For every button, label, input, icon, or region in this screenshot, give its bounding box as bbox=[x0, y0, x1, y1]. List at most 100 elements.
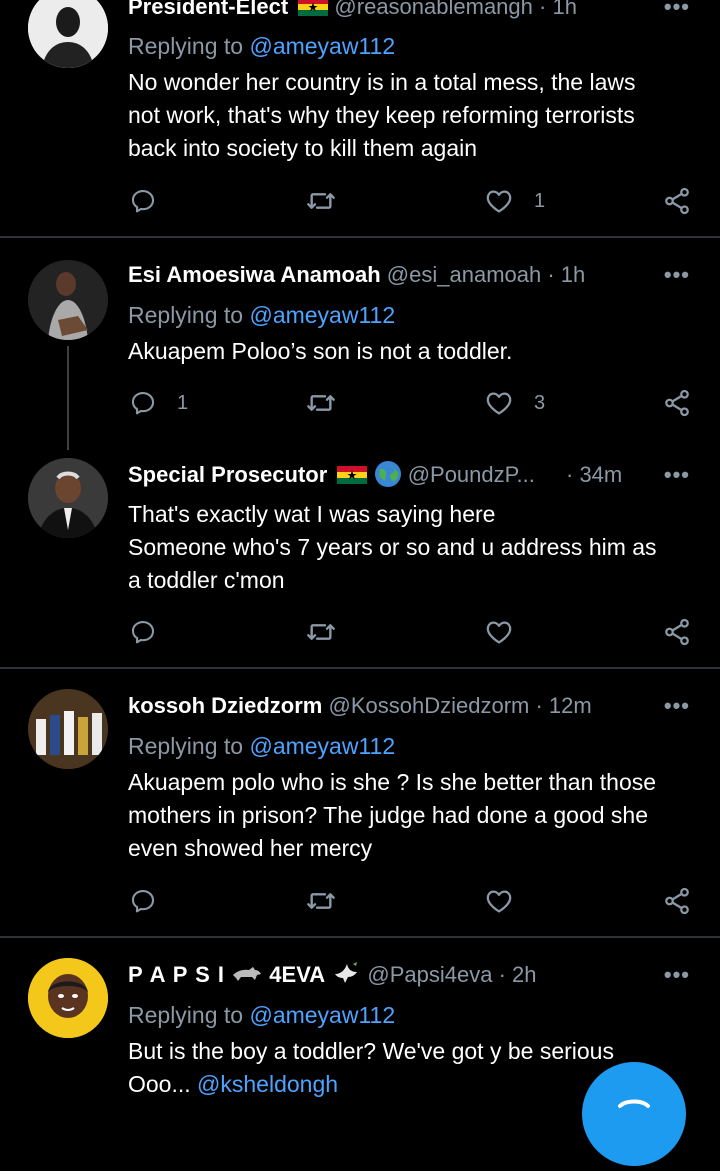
share-icon bbox=[662, 886, 692, 916]
tweet-actions: 1 3 bbox=[0, 383, 720, 423]
display-name[interactable]: President-Elect bbox=[128, 0, 288, 19]
timestamp[interactable]: · 34m bbox=[566, 460, 622, 490]
user-handle[interactable]: @KossohDziedzorm bbox=[329, 693, 530, 718]
avatar[interactable] bbox=[28, 458, 108, 538]
mention-link[interactable]: @ameyaw112 bbox=[249, 1002, 395, 1028]
retweet-icon bbox=[305, 616, 337, 648]
tweet-1[interactable]: President-Elect @reasonablemangh · 1h ••… bbox=[0, 0, 720, 238]
like-button[interactable] bbox=[484, 881, 514, 921]
more-icon[interactable]: ••• bbox=[664, 691, 690, 721]
text-line: That's exactly wat I was saying here bbox=[128, 501, 496, 527]
text-line: a toddler c'mon bbox=[128, 567, 285, 593]
retweet-button[interactable] bbox=[305, 612, 337, 652]
tweet-text: That's exactly wat I was saying here Som… bbox=[128, 498, 690, 597]
tweet-text: Akuapem polo who is she ? Is she better … bbox=[128, 766, 690, 865]
retweet-icon bbox=[305, 387, 337, 419]
tweet-header: President-Elect @reasonablemangh · 1h bbox=[128, 0, 640, 22]
user-handle[interactable]: @reasonablemangh bbox=[334, 0, 532, 19]
replying-to-label: Replying to bbox=[128, 1002, 250, 1028]
text-fragment: Ooo... bbox=[128, 1071, 198, 1097]
text-line: back into society to kill them again bbox=[128, 135, 478, 161]
retweet-button[interactable] bbox=[305, 881, 337, 921]
tweet-4[interactable]: kossoh Dziedzorm @KossohDziedzorm · 12m … bbox=[0, 669, 720, 937]
replying-to: Replying to @ameyaw112 bbox=[128, 731, 395, 761]
like-icon bbox=[484, 186, 514, 216]
display-name[interactable]: P A P S I bbox=[128, 962, 225, 987]
tweet-3[interactable]: Special Prosecutor @PoundzP... · 34m •••… bbox=[0, 448, 720, 668]
compose-icon bbox=[618, 1099, 650, 1108]
reply-button[interactable]: 1 bbox=[129, 383, 188, 423]
ghana-flag-icon bbox=[337, 462, 367, 480]
share-button[interactable] bbox=[662, 383, 692, 423]
like-icon bbox=[484, 617, 514, 647]
replying-to-label: Replying to bbox=[128, 302, 250, 328]
like-button[interactable] bbox=[484, 612, 514, 652]
display-name[interactable]: Esi Amoesiwa Anamoah bbox=[128, 262, 381, 287]
tweet-header: Special Prosecutor @PoundzP... bbox=[128, 460, 620, 490]
share-icon bbox=[662, 388, 692, 418]
retweet-icon bbox=[305, 885, 337, 917]
text-line: Someone who's 7 years or so and u addres… bbox=[128, 534, 657, 560]
share-button[interactable] bbox=[662, 181, 692, 221]
globe-icon bbox=[374, 460, 402, 488]
avatar-image bbox=[28, 958, 108, 1038]
mention-link[interactable]: @ameyaw112 bbox=[249, 733, 395, 759]
reply-count: 1 bbox=[177, 391, 189, 414]
text-line: Akuapem Poloo’s son is not a toddler. bbox=[128, 338, 513, 364]
mention-link[interactable]: @ameyaw112 bbox=[249, 302, 395, 328]
reply-button[interactable] bbox=[129, 181, 157, 221]
reply-icon bbox=[129, 618, 157, 646]
more-icon[interactable]: ••• bbox=[664, 260, 690, 290]
timestamp[interactable]: · 1h bbox=[547, 262, 585, 287]
avatar[interactable] bbox=[28, 0, 108, 68]
like-button[interactable]: 3 bbox=[484, 383, 545, 423]
avatar[interactable] bbox=[28, 260, 108, 340]
dog-icon bbox=[231, 963, 263, 985]
user-handle[interactable]: @esi_anamoah bbox=[387, 262, 541, 287]
like-count: 3 bbox=[534, 391, 546, 414]
like-button[interactable]: 1 bbox=[484, 181, 545, 221]
tweet-header: Esi Amoesiwa Anamoah @esi_anamoah · 1h bbox=[128, 260, 640, 290]
display-name[interactable]: Special Prosecutor bbox=[128, 462, 327, 487]
share-icon bbox=[662, 617, 692, 647]
display-name[interactable]: kossoh Dziedzorm bbox=[128, 693, 322, 718]
retweet-button[interactable] bbox=[305, 383, 337, 423]
more-icon[interactable]: ••• bbox=[664, 0, 690, 22]
user-handle[interactable]: @PoundzP... bbox=[408, 462, 535, 487]
tweet-2[interactable]: Esi Amoesiwa Anamoah @esi_anamoah · 1h •… bbox=[0, 238, 720, 448]
reply-icon bbox=[129, 389, 157, 417]
retweet-button[interactable] bbox=[305, 181, 337, 221]
reply-button[interactable] bbox=[129, 881, 157, 921]
mention-link[interactable]: @ameyaw112 bbox=[249, 33, 395, 59]
share-button[interactable] bbox=[662, 612, 692, 652]
mention-link[interactable]: @ksheldongh bbox=[197, 1071, 338, 1097]
avatar-image bbox=[28, 0, 108, 68]
compose-button[interactable] bbox=[582, 1062, 686, 1166]
more-icon[interactable]: ••• bbox=[664, 960, 690, 990]
avatar-image bbox=[28, 458, 108, 538]
timestamp[interactable]: · 1h bbox=[539, 0, 577, 19]
display-name-suffix[interactable]: 4EVA bbox=[269, 962, 325, 987]
user-handle[interactable]: @Papsi4eva bbox=[367, 962, 492, 987]
tweet-header: P A P S I 4EVA @Papsi4eva · 2h bbox=[128, 960, 640, 990]
replying-to-label: Replying to bbox=[128, 33, 250, 59]
tweet-actions: 1 bbox=[0, 181, 720, 221]
retweet-icon bbox=[305, 185, 337, 217]
reply-icon bbox=[129, 187, 157, 215]
avatar[interactable] bbox=[28, 689, 108, 769]
share-button[interactable] bbox=[662, 881, 692, 921]
more-icon[interactable]: ••• bbox=[664, 460, 690, 490]
replying-to: Replying to @ameyaw112 bbox=[128, 31, 395, 61]
text-line: Akuapem polo who is she ? Is she better … bbox=[128, 769, 657, 795]
reply-button[interactable] bbox=[129, 612, 157, 652]
tweet-text: Akuapem Poloo’s son is not a toddler. bbox=[128, 335, 690, 368]
timestamp[interactable]: · 12m bbox=[535, 693, 591, 718]
avatar[interactable] bbox=[28, 958, 108, 1038]
timestamp[interactable]: · 2h bbox=[499, 962, 537, 987]
text-line: mothers in prison? The judge had done a … bbox=[128, 802, 649, 828]
like-count: 1 bbox=[534, 189, 546, 212]
avatar-image bbox=[28, 260, 108, 340]
replying-to-label: Replying to bbox=[128, 733, 250, 759]
ghana-flag-icon bbox=[298, 0, 328, 12]
like-icon bbox=[484, 388, 514, 418]
